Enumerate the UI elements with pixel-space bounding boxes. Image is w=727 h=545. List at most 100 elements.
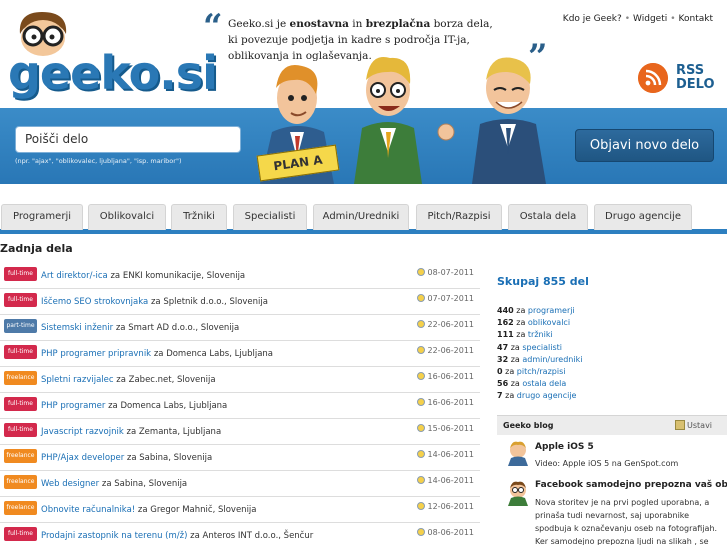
job-za-label: za <box>110 271 121 281</box>
job-date: 14-06-2011 <box>416 450 474 459</box>
tab-admin-uredniki[interactable]: Admin/Uredniki <box>313 204 409 230</box>
clock-icon <box>416 424 425 432</box>
clock-icon <box>416 268 425 276</box>
za-label: za <box>510 342 520 352</box>
category-stat-row: 7 za drugo agencije <box>497 390 582 402</box>
nav-link-widgeti[interactable]: Widgeti <box>633 14 667 24</box>
job-title-link[interactable]: PHP programer pripravnik <box>41 349 151 359</box>
search-hint: (npr. "ajax", "oblikovalec, ljubljana", … <box>15 157 182 165</box>
tab-drugo-agencije[interactable]: Drugo agencije <box>594 204 692 230</box>
job-title-link[interactable]: Iščemo SEO strokovnjaka <box>41 297 148 307</box>
category-link[interactable]: pitch/razpisi <box>517 367 566 376</box>
job-location: Slovenija <box>148 479 188 489</box>
za-label: za <box>505 367 515 377</box>
job-za-label: za <box>126 427 137 437</box>
job-location: Slovenija <box>206 271 246 281</box>
tab-trzniki[interactable]: Tržniki <box>171 204 227 230</box>
job-row: full-time Javascript razvojnik za Zemanta… <box>0 419 480 445</box>
category-link[interactable]: specialisti <box>522 343 562 352</box>
job-za-label: za <box>150 297 161 307</box>
category-link[interactable]: ostala dela <box>522 379 566 388</box>
category-link[interactable]: programerji <box>528 306 575 315</box>
tab-ostala-dela[interactable]: Ostala dela <box>508 204 588 230</box>
category-link[interactable]: drugo agencije <box>517 391 577 400</box>
blog-pause-button[interactable]: Ustavi <box>675 420 712 430</box>
job-type-badge: freelance <box>4 371 37 385</box>
rss-icon[interactable] <box>638 63 668 93</box>
job-row: full-time Art direktor/-ica za ENKI komun… <box>0 263 480 289</box>
tab-oblikovalci[interactable]: Oblikovalci <box>88 204 166 230</box>
category-link[interactable]: admin/uredniki <box>522 355 582 364</box>
blog-post-text: Nova storitev je na prvi pogled uporabna… <box>535 498 718 545</box>
job-line: Sistemski inženir za Smart AD d.o.o., Sl… <box>41 323 240 333</box>
job-company: Domenca Labs <box>120 401 184 411</box>
job-title-link[interactable]: Javascript razvojnik <box>41 427 124 437</box>
job-company: Domenca Labs <box>166 349 230 359</box>
tab-programerji[interactable]: Programerji <box>1 204 83 230</box>
category-stat-row: 0 za pitch/razpisi <box>497 366 582 378</box>
total-jobs-link[interactable]: Skupaj 855 del <box>497 275 589 288</box>
job-title-link[interactable]: Spletni razvijalec <box>41 375 114 385</box>
job-location: Ljubljana <box>182 427 222 437</box>
job-type-badge: full-time <box>4 527 37 541</box>
job-location: Ljubljana <box>234 349 274 359</box>
job-type-badge: freelance <box>4 449 37 463</box>
job-line: Spletni razvijalec za Zabec.net, Sloveni… <box>41 375 216 385</box>
rss-label[interactable]: RSS DELO <box>676 64 715 92</box>
category-count: 56 <box>497 379 509 389</box>
clock-icon <box>416 320 425 328</box>
job-company: ENKI komunikacije <box>122 271 202 281</box>
clock-icon <box>416 476 425 484</box>
site-logo[interactable]: geeko.si <box>8 48 218 98</box>
job-date: 22-06-2011 <box>416 320 474 329</box>
job-type-badge: freelance <box>4 475 37 489</box>
quote-open-icon: “ <box>203 7 223 47</box>
job-za-label: za <box>153 349 164 359</box>
za-label: za <box>510 379 520 389</box>
job-company: Zabec.net <box>128 375 172 385</box>
clock-icon <box>416 450 425 458</box>
job-title-link[interactable]: Web designer <box>41 479 99 489</box>
job-title-link[interactable]: Art direktor/-ica <box>41 271 108 281</box>
job-company: Spletnik d.o.o. <box>163 297 225 307</box>
job-title-link[interactable]: PHP/Ajax developer <box>41 453 124 463</box>
section-title: Zadnja dela <box>0 242 73 255</box>
category-stat-row: 32 za admin/uredniki <box>497 354 582 366</box>
blog-post-title[interactable]: Apple iOS 5 <box>535 442 594 452</box>
nav-link-kdo-je-geek[interactable]: Kdo je Geek? <box>563 14 622 24</box>
tab-pitch-razpisi[interactable]: Pitch/Razpisi <box>416 204 502 230</box>
job-title-link[interactable]: PHP programer <box>41 401 105 411</box>
post-job-button[interactable]: Objavi novo delo <box>575 129 714 162</box>
za-label: za <box>516 318 526 328</box>
job-za-label: za <box>115 323 126 333</box>
category-count: 32 <box>497 354 509 364</box>
blog-post-title[interactable]: Facebook samodejno prepozna vaš obraz <box>535 480 727 490</box>
job-row: freelance Obnovite računalnika! za Gregor… <box>0 497 480 523</box>
job-location: Slovenija <box>229 297 268 307</box>
za-label: za <box>516 306 526 315</box>
job-line: Javascript razvojnik za Zemanta, Ljublja… <box>41 427 222 437</box>
job-company: Smart AD d.o.o. <box>128 323 196 333</box>
nav-link-kontakt[interactable]: Kontakt <box>679 14 713 24</box>
category-stat-row: 162 za oblikovalci <box>497 317 582 329</box>
job-type-badge: full-time <box>4 293 37 307</box>
job-row: full-time Prodajni zastopnik na terenu (m… <box>0 523 480 545</box>
job-za-label: za <box>190 531 200 541</box>
job-company: Sabina <box>139 453 169 463</box>
job-type-badge: freelance <box>4 501 37 515</box>
category-count: 7 <box>497 391 503 401</box>
job-za-label: za <box>137 505 148 515</box>
job-date: 16-06-2011 <box>416 398 474 407</box>
job-location: Slovenija <box>173 453 213 463</box>
search-input[interactable]: Poišči delo <box>15 126 241 153</box>
category-count: 162 <box>497 318 514 328</box>
za-label: za <box>505 391 515 401</box>
job-title-link[interactable]: Sistemski inženir <box>41 323 113 333</box>
job-type-badge: full-time <box>4 397 37 411</box>
job-title-link[interactable]: Obnovite računalnika! <box>41 505 135 515</box>
category-link[interactable]: tržniki <box>528 330 553 339</box>
za-label: za <box>510 354 520 364</box>
job-title-link[interactable]: Prodajni zastopnik na terenu (m/ž) <box>41 531 187 541</box>
tab-specialisti[interactable]: Specialisti <box>233 204 307 230</box>
category-link[interactable]: oblikovalci <box>528 318 570 327</box>
